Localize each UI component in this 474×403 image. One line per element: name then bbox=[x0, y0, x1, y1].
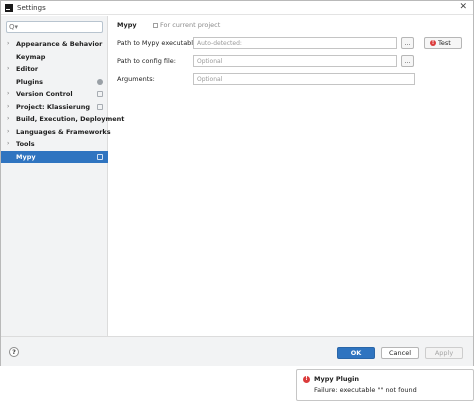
settings-nav-list: › Appearance & Behavior Keymap › Editor … bbox=[1, 38, 124, 163]
test-button[interactable]: Test bbox=[424, 37, 462, 49]
update-badge-icon bbox=[97, 78, 103, 85]
browse-executable-button[interactable]: ... bbox=[401, 37, 414, 49]
executable-path-label: Path to Mypy executable: bbox=[117, 39, 200, 47]
sidebar-item-appearance-behavior[interactable]: › Appearance & Behavior bbox=[1, 38, 108, 51]
project-scope-icon bbox=[97, 153, 103, 160]
apply-button[interactable]: Apply bbox=[425, 347, 463, 359]
arguments-label: Arguments: bbox=[117, 75, 155, 83]
settings-search-box[interactable]: Q▾ bbox=[6, 21, 103, 33]
notification-balloon[interactable]: Mypy Plugin Failure: executable "" not f… bbox=[296, 369, 474, 401]
window-title: Settings bbox=[17, 4, 46, 12]
page-title: Mypy bbox=[117, 21, 137, 29]
executable-path-input[interactable] bbox=[193, 37, 397, 49]
config-path-input[interactable] bbox=[193, 55, 397, 67]
sidebar-item-label: Appearance & Behavior bbox=[16, 40, 103, 48]
sidebar-item-label: Mypy bbox=[16, 152, 36, 161]
test-button-label: Test bbox=[438, 39, 451, 47]
scope-indicator: For current project bbox=[153, 20, 220, 30]
error-icon bbox=[430, 39, 436, 47]
sidebar-item-label: Editor bbox=[16, 65, 39, 73]
project-scope-icon bbox=[97, 91, 103, 97]
ok-button[interactable]: OK bbox=[337, 347, 375, 359]
chevron-right-icon[interactable]: › bbox=[7, 88, 9, 101]
sidebar-item-tools[interactable]: › Tools bbox=[1, 138, 108, 151]
sidebar-item-label: Plugins bbox=[16, 77, 43, 86]
browse-config-button[interactable]: ... bbox=[401, 55, 414, 67]
sidebar-item-project[interactable]: › Project: Klassierung bbox=[1, 101, 108, 114]
settings-window: Settings ✕ Q▾ › Appearance & Behavior Ke… bbox=[0, 0, 474, 366]
sidebar-item-label: Version Control bbox=[16, 90, 73, 98]
chevron-right-icon[interactable]: › bbox=[7, 138, 9, 151]
notification-title: Mypy Plugin bbox=[314, 375, 359, 383]
error-icon bbox=[303, 375, 310, 384]
sidebar-item-label: Languages & Frameworks bbox=[16, 127, 111, 136]
sidebar-item-plugins[interactable]: Plugins bbox=[1, 76, 108, 89]
close-icon[interactable]: ✕ bbox=[459, 2, 467, 13]
scope-label: For current project bbox=[160, 21, 221, 29]
chevron-right-icon[interactable]: › bbox=[7, 126, 9, 139]
sidebar-item-mypy[interactable]: Mypy bbox=[1, 150, 108, 163]
chevron-right-icon[interactable]: › bbox=[7, 113, 9, 126]
sidebar-item-build-execution-deployment[interactable]: › Build, Execution, Deployment bbox=[1, 113, 124, 126]
sidebar-item-languages-frameworks[interactable]: › Languages & Frameworks bbox=[1, 126, 111, 139]
notification-message: Failure: executable "" not found bbox=[314, 386, 417, 394]
chevron-right-icon[interactable]: › bbox=[7, 101, 9, 114]
search-icon: Q▾ bbox=[9, 23, 19, 31]
project-scope-icon bbox=[153, 22, 158, 28]
sidebar-item-editor[interactable]: › Editor bbox=[1, 63, 108, 76]
arguments-input[interactable] bbox=[193, 73, 415, 85]
sidebar-item-label: Keymap bbox=[16, 52, 46, 61]
help-icon[interactable]: ? bbox=[9, 347, 19, 357]
chevron-right-icon[interactable]: › bbox=[7, 63, 9, 76]
config-path-label: Path to config file: bbox=[117, 57, 176, 65]
sidebar-item-keymap[interactable]: Keymap bbox=[1, 51, 108, 64]
chevron-right-icon[interactable]: › bbox=[7, 38, 9, 51]
settings-search-input[interactable] bbox=[19, 23, 99, 31]
sidebar-item-label: Tools bbox=[16, 140, 35, 148]
mypy-settings-panel: Mypy For current project Path to Mypy ex… bbox=[109, 16, 473, 336]
title-bar: Settings ✕ bbox=[1, 1, 473, 15]
project-scope-icon bbox=[97, 103, 103, 110]
cancel-button[interactable]: Cancel bbox=[381, 347, 419, 359]
dialog-footer: ? OK Cancel Apply bbox=[1, 336, 473, 366]
sidebar-item-version-control[interactable]: › Version Control bbox=[1, 88, 108, 101]
sidebar-item-label: Project: Klassierung bbox=[16, 102, 91, 111]
settings-sidebar: Q▾ › Appearance & Behavior Keymap › Edit… bbox=[1, 16, 124, 336]
pycharm-app-icon bbox=[5, 4, 13, 12]
